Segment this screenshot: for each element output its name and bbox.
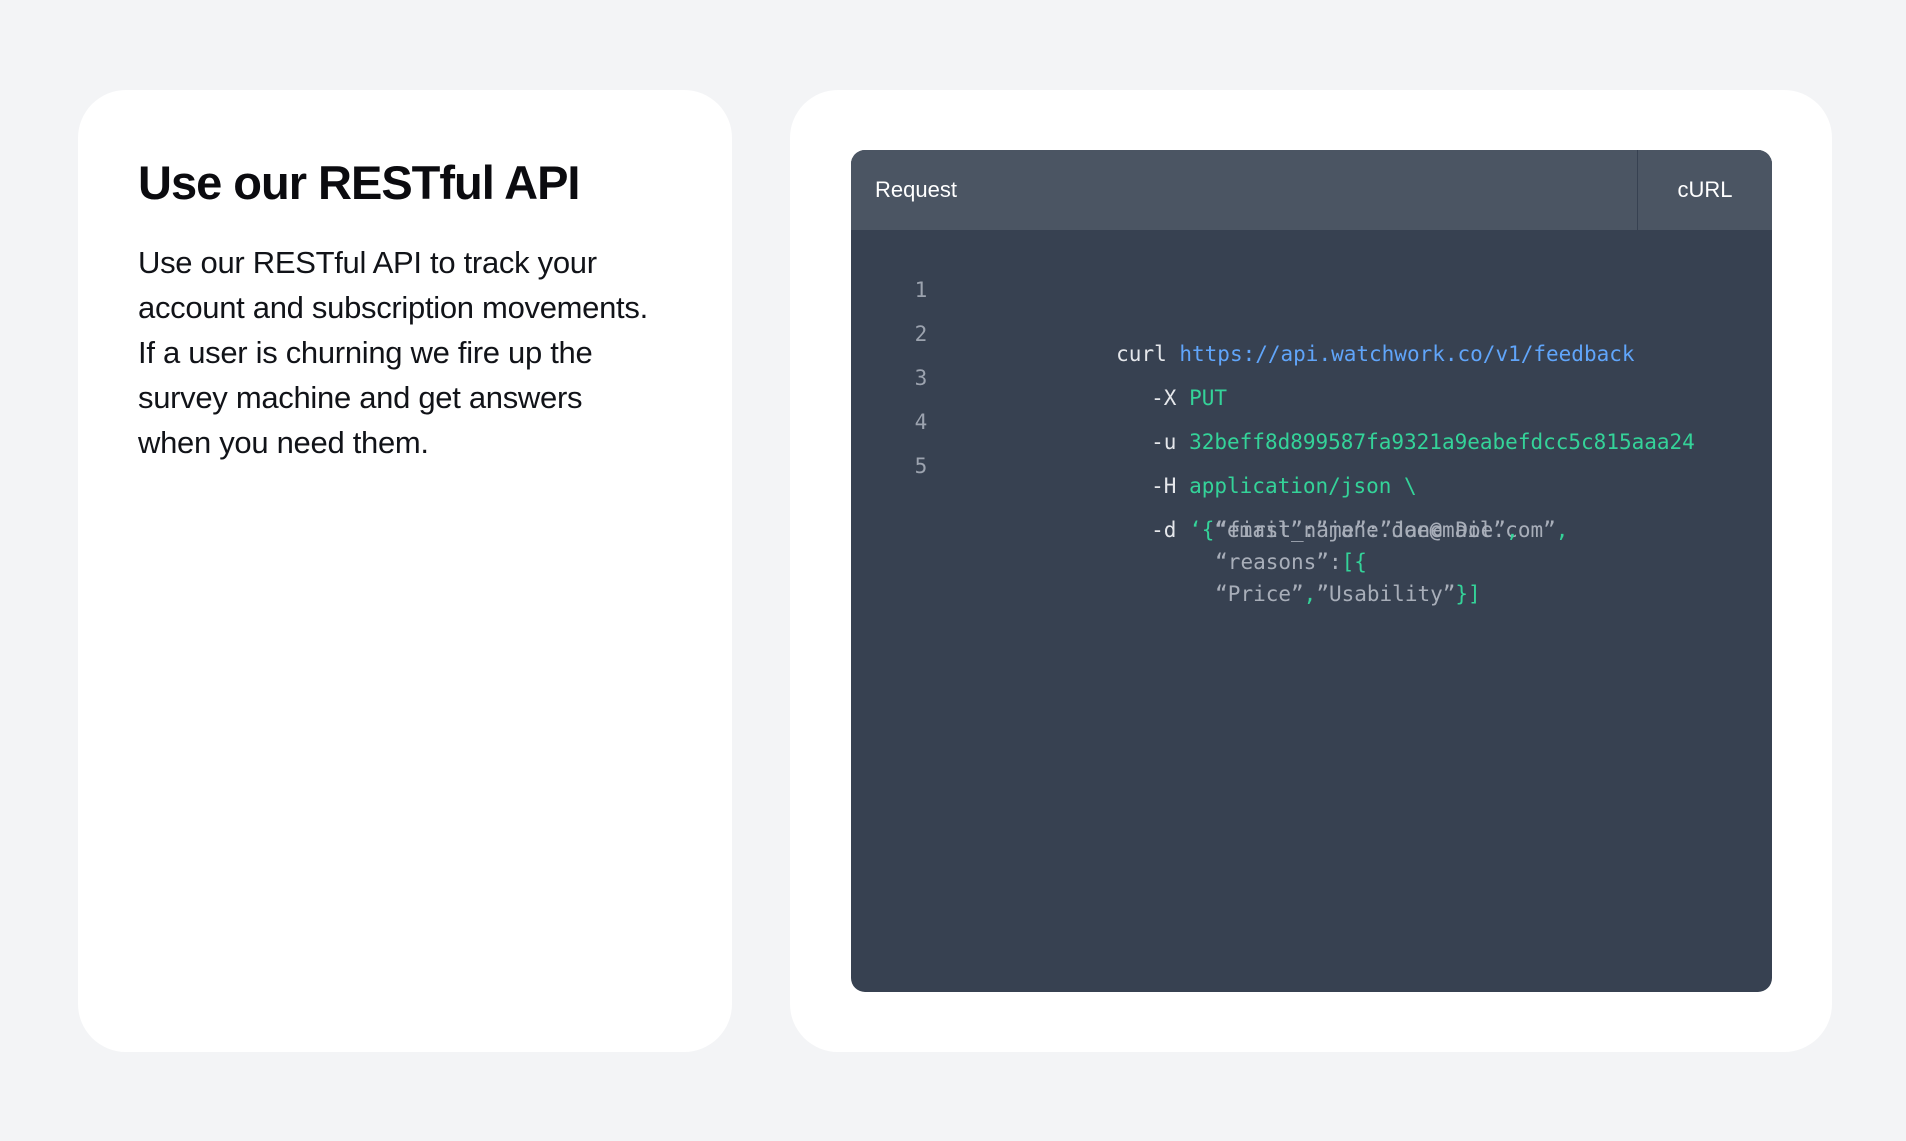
code-array-close: }] — [1455, 582, 1481, 606]
code-line-continuation: “Price”,”Usability”}] — [851, 514, 1772, 610]
code-panel: Request cURL 1 curl https://api.watchwor… — [851, 150, 1772, 992]
code-header: Request cURL — [851, 150, 1772, 230]
section-title: Use our RESTful API — [138, 156, 580, 209]
code-example-card: Request cURL 1 curl https://api.watchwor… — [790, 90, 1832, 1052]
code-comma: , — [1303, 582, 1317, 606]
section-description: Use our RESTful API to track your accoun… — [138, 245, 648, 460]
api-info-card: Use our RESTful API Use our RESTful API … — [78, 90, 732, 1052]
language-tab-curl[interactable]: cURL — [1638, 150, 1772, 230]
code-price-value: “Price” — [1215, 582, 1304, 606]
code-header-title: Request — [875, 177, 957, 202]
code-usability-value: ”Usability” — [1316, 582, 1456, 606]
